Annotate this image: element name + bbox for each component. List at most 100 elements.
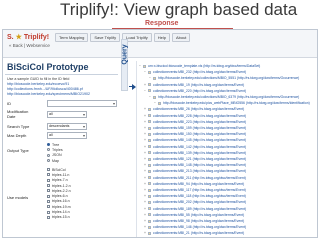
help-button[interactable]: Help: [153, 33, 170, 42]
max-depth-select[interactable]: all: [47, 132, 87, 139]
tree-node-label[interactable]: collectionevents:MBI_145 (http://rs.tdwg…: [153, 138, 246, 142]
checkbox-icon[interactable]: [47, 215, 50, 219]
save-triplify-button[interactable]: Save Triplify: [90, 33, 121, 42]
tree-node-label[interactable]: collectionevents:MBI_150 (http://rs.tdwg…: [153, 132, 246, 136]
tree-node-label[interactable]: collectionevents:MBI_220 (http://rs.tdwg…: [153, 89, 246, 93]
tree-node-label[interactable]: collectionevents:MBI_21 (http://rs.tdwg.…: [153, 231, 244, 235]
folder-icon: [148, 138, 151, 142]
folder-icon: [148, 225, 151, 229]
about-button[interactable]: About: [171, 33, 191, 42]
folder-icon: [148, 70, 151, 74]
id-field-row: ID: [7, 100, 119, 108]
folder-icon: [143, 64, 146, 68]
tree-node-label[interactable]: collectionevents:MBI_232 (http://rs.tdwg…: [153, 70, 246, 74]
use-models-label: Use models: [7, 195, 29, 200]
title-divider: [5, 74, 118, 75]
tree-node-label[interactable]: collectionevents:MBI_223 (http://rs.tdwg…: [153, 120, 246, 124]
term-mapping-button[interactable]: Term Mapping: [55, 33, 89, 42]
page-title: BiSciCol Prototype: [7, 62, 89, 72]
tree-node-label[interactable]: collectionevents:MBI_146 (http://rs.tdwg…: [153, 225, 246, 229]
radio-icon[interactable]: [47, 159, 50, 163]
tree-node-label[interactable]: collectionevents:MBI_117 (http://rs.tdwg…: [153, 188, 246, 192]
checkbox-icon[interactable]: [47, 194, 50, 198]
max-depth-label: Max Depth: [7, 133, 27, 138]
sample-guid-link[interactable]: http://collections.fmnh.../UF/Mollusca/4…: [7, 87, 83, 91]
tree-node-label[interactable]: collectionevents:MBI_118 (http://rs.tdwg…: [153, 194, 246, 198]
folder-icon: [148, 83, 151, 87]
id-label: ID: [7, 101, 11, 106]
folder-icon: [158, 101, 161, 105]
output-option[interactable]: Map: [47, 158, 63, 163]
radio-selected-icon[interactable]: [47, 143, 50, 147]
folder-icon: [153, 95, 156, 99]
tree-node-label[interactable]: collectionevents:MBI_142 (http://rs.tdwg…: [153, 145, 246, 149]
checkbox-icon[interactable]: [47, 178, 50, 182]
tree-node-label[interactable]: collectionevents:MBI_213 (http://rs.tdwg…: [153, 169, 246, 173]
radio-icon[interactable]: [47, 148, 50, 152]
folder-icon: [148, 89, 151, 93]
tree-node-label[interactable]: http://bioscode.berkeley.edu/collections…: [158, 76, 299, 80]
tree-node-label[interactable]: collectionevents:MBI_121 (http://rs.tdwg…: [153, 157, 246, 161]
tree-node-label[interactable]: collectionevents:MBI_94 (http://rs.tdwg.…: [153, 182, 244, 186]
folder-icon: [148, 188, 151, 192]
checkbox-icon[interactable]: [47, 199, 50, 203]
modification-date-label: Modification Date: [7, 109, 29, 119]
max-depth-row: Max Depth all: [7, 132, 119, 140]
tree-node-label[interactable]: collectionevents:MBI_19 (http://rs.tdwg.…: [153, 83, 244, 87]
modification-date-select[interactable]: all: [47, 111, 87, 118]
tree-node-label[interactable]: urn:x-biscicol:bioscode_template.xls (ht…: [148, 64, 260, 68]
folder-icon: [148, 132, 151, 136]
back-link[interactable]: « Back | Webservice: [9, 43, 50, 48]
tree-node-label[interactable]: collectionevents:MBI_159 (http://rs.tdwg…: [153, 126, 246, 130]
folder-icon: [148, 200, 151, 204]
app-logo[interactable]: S. ★ Triplify!: [7, 33, 49, 41]
tree-node-label[interactable]: collectionevents:MBI_202 (http://rs.tdwg…: [153, 200, 246, 204]
folder-icon: [148, 176, 151, 180]
search-type-select[interactable]: descendants: [47, 123, 87, 130]
radio-icon[interactable]: [47, 153, 50, 157]
use-models-options: BiSciCol triples.11.n triples.7.n triple…: [47, 167, 71, 220]
search-type-label: Search Type: [7, 124, 30, 129]
folder-icon: [148, 114, 151, 118]
folder-icon: [148, 120, 151, 124]
folder-icon: [148, 194, 151, 198]
checkbox-icon[interactable]: [47, 205, 50, 209]
tree-node-label[interactable]: collectionevents:MBI_26 (http://rs.tdwg.…: [153, 107, 244, 111]
folder-icon: [148, 151, 151, 155]
tree-node-label[interactable]: http://bioscode.berkeley.edu/pics_webPla…: [163, 101, 310, 105]
tree-node-label[interactable]: collectionevents:MBI_189 (http://rs.tdwg…: [153, 207, 246, 211]
output-type-options: Tree Triples JSON Map: [47, 142, 63, 163]
folder-icon: [148, 163, 151, 167]
tree-node[interactable]: + collectionevents:MBI_21 (http://rs.tdwg…: [144, 230, 244, 236]
tree-node-label[interactable]: http://bioscode.berkeley.edu/collections…: [158, 95, 299, 99]
tree-node-label[interactable]: collectionevents:MBI_98 (http://rs.tdwg.…: [153, 219, 244, 223]
output-type-label: Output Type: [7, 148, 29, 153]
checkbox-icon[interactable]: [47, 173, 50, 177]
id-input[interactable]: [47, 100, 117, 107]
help-text: Use a sample GUID to fill in the ID fiel…: [7, 77, 70, 81]
checkbox-icon[interactable]: [47, 168, 50, 172]
tree-node-label[interactable]: collectionevents:MBI_228 (http://rs.tdwg…: [153, 114, 246, 118]
folder-icon: [153, 76, 156, 80]
logo-text: Triplify!: [23, 34, 50, 41]
tree-node-label[interactable]: collectionevents:MBI_55 (http://rs.tdwg.…: [153, 213, 244, 217]
folder-icon: [148, 169, 151, 173]
sample-guid-link[interactable]: http://bioscode.berkeley.edu/ecoevo/91: [7, 82, 69, 86]
tree-node-label[interactable]: collectionevents:MBI_139 (http://rs.tdwg…: [153, 151, 246, 155]
slide-title: Triplify!: View graph based data: [60, 0, 298, 19]
modification-date-row: Modification Date all: [7, 109, 119, 121]
checkbox-icon[interactable]: [47, 210, 50, 214]
checkbox-icon[interactable]: [47, 184, 50, 188]
sample-guid-link[interactable]: http://bioscode.berkeley.edu/specimens/M…: [7, 92, 90, 96]
app-header: S. ★ Triplify! « Back | Webservice Term …: [3, 30, 317, 58]
checkbox-icon[interactable]: [47, 189, 50, 193]
search-type-row: Search Type descendants: [7, 123, 119, 131]
folder-icon: [148, 182, 151, 186]
tree-node-label[interactable]: collectionevents:MBI_211 (http://rs.tdwg…: [153, 176, 246, 180]
logo-prefix: S.: [7, 34, 14, 41]
folder-icon: [148, 219, 151, 223]
tree-node-label[interactable]: collectionevents:MBI_148 (http://rs.tdwg…: [153, 163, 246, 167]
model-option[interactable]: triples.15.n: [47, 215, 71, 220]
response-label: Response: [145, 20, 179, 27]
star-icon: ★: [15, 34, 22, 41]
